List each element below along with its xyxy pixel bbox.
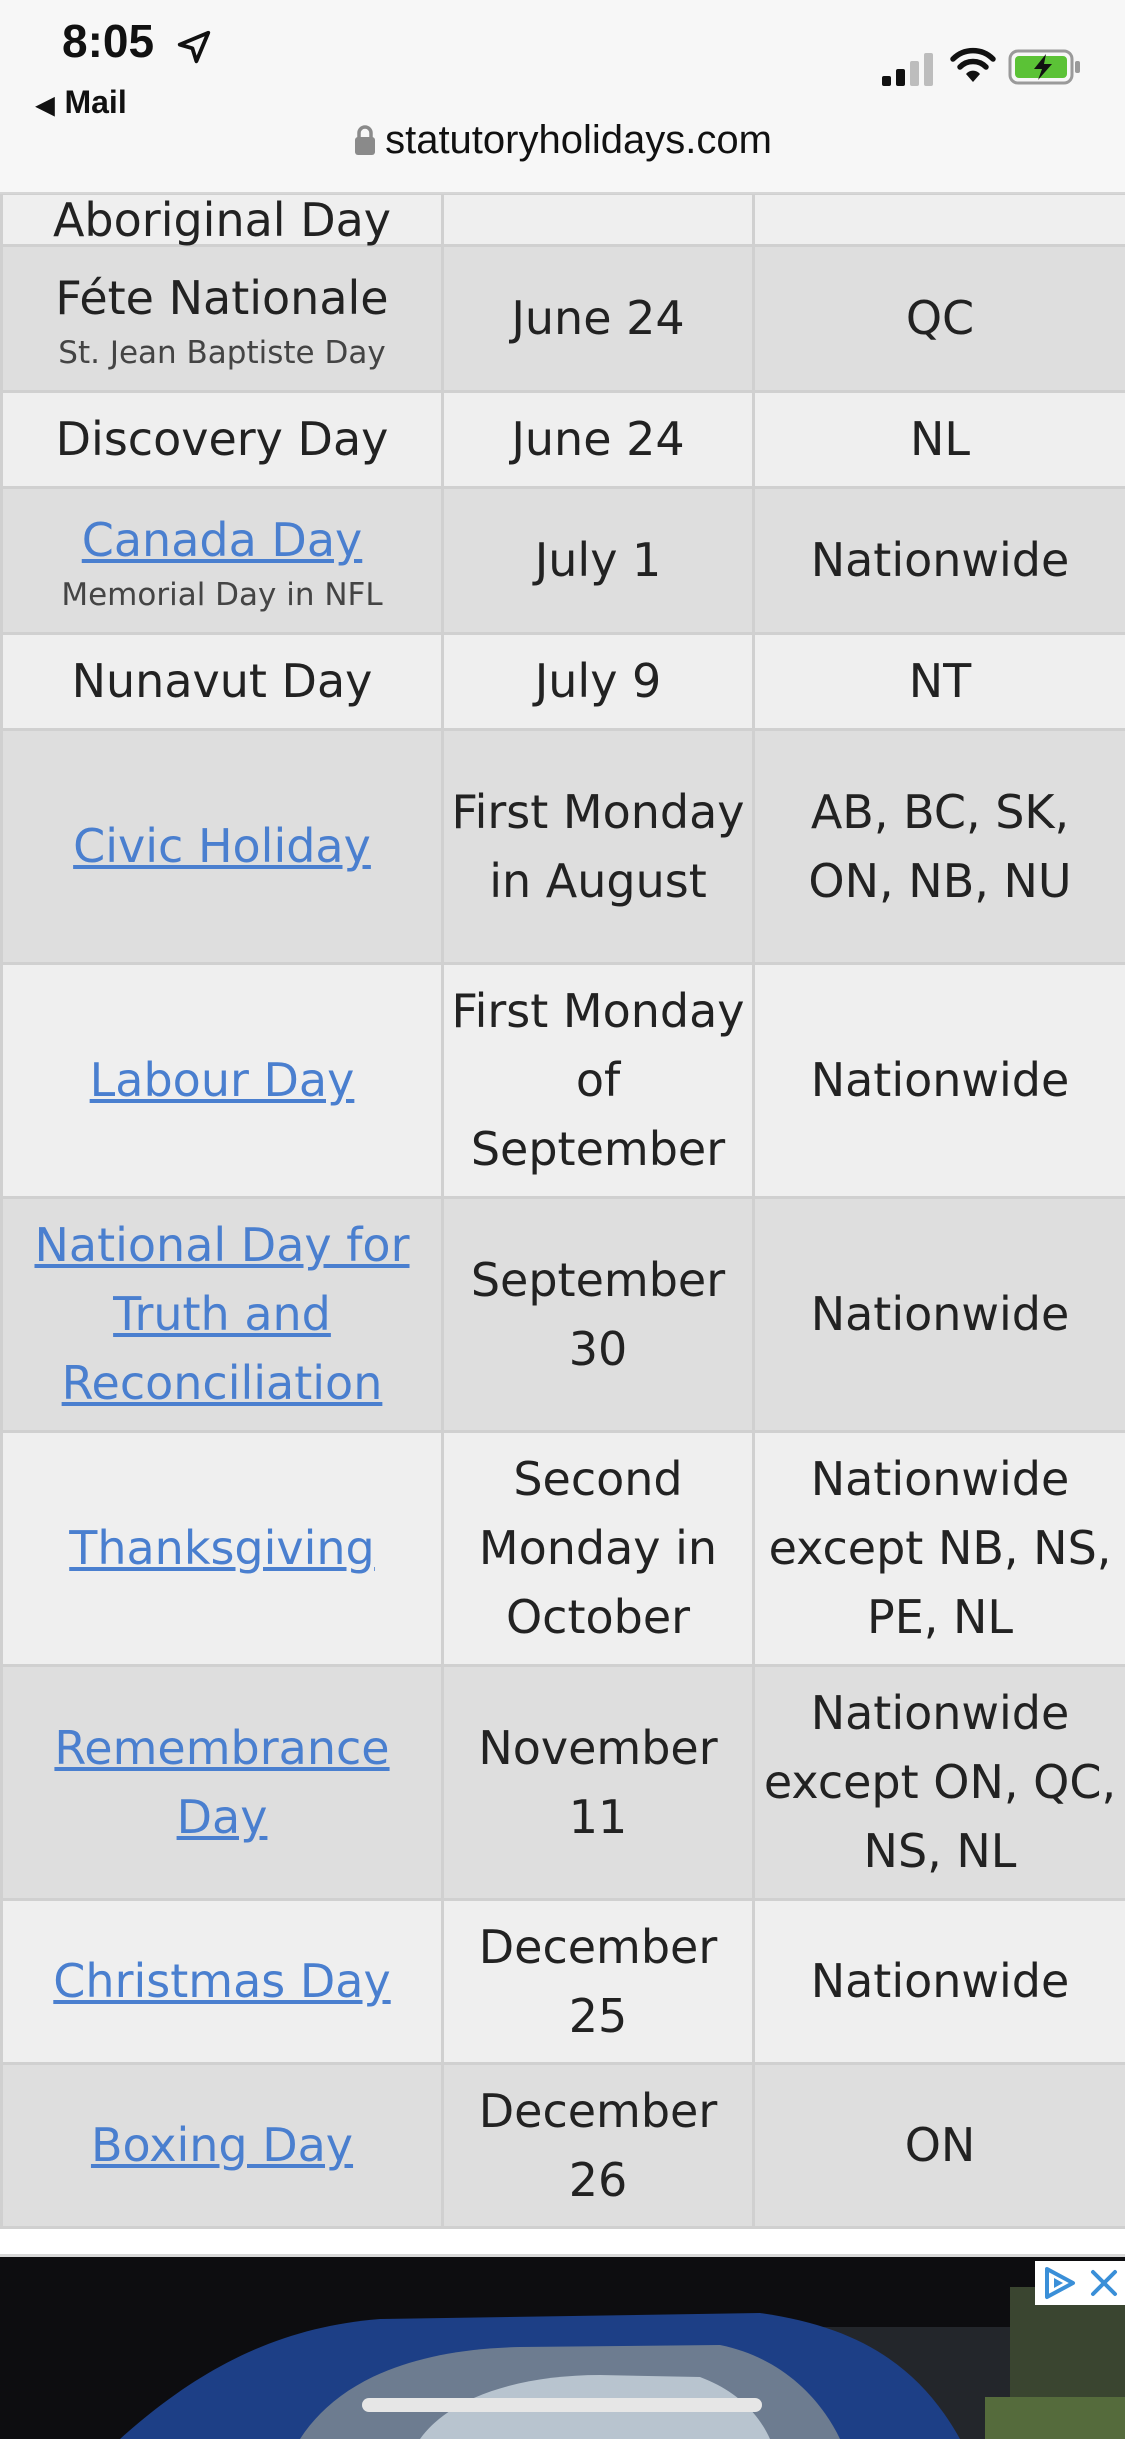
holiday-name-cell: Nunavut Day xyxy=(2,634,443,730)
holiday-name-cell: Civic Holiday xyxy=(2,730,443,964)
back-app-label: Mail xyxy=(64,84,126,120)
holiday-date-cell: December 25 xyxy=(443,1900,754,2064)
holiday-row: Thanksgiving Second Monday in OctoberNati… xyxy=(2,1432,1125,1666)
ad-close-icon[interactable] xyxy=(1088,2267,1120,2299)
holiday-date-cell xyxy=(443,194,754,246)
lock-icon xyxy=(353,124,377,156)
wifi-icon xyxy=(950,46,996,86)
holiday-row: Canada Day Memorial Day in NFLJuly 1Natio… xyxy=(2,488,1125,634)
address-bar[interactable]: statutoryholidays.com xyxy=(0,118,1125,163)
cellular-signal-icon xyxy=(880,52,936,88)
holiday-region-cell: NL xyxy=(754,392,1125,488)
holiday-name-cell: National Day for Truth and Reconciliatio… xyxy=(2,1198,443,1432)
holiday-name-cell: Boxing Day xyxy=(2,2064,443,2228)
holiday-date-cell: July 1 xyxy=(443,488,754,634)
holiday-link[interactable]: Civic Holiday xyxy=(73,819,371,873)
holiday-name: Discovery Day xyxy=(56,412,389,466)
holiday-link[interactable]: Christmas Day xyxy=(53,1954,390,2008)
holiday-region-cell: NT xyxy=(754,634,1125,730)
holiday-row: Aboriginal Day xyxy=(2,194,1125,246)
holiday-date-cell: December 26 xyxy=(443,2064,754,2228)
holiday-region-cell: Nationwide xyxy=(754,1900,1125,2064)
ad-choices-icon[interactable] xyxy=(1041,2265,1077,2301)
holiday-date-cell: November 11 xyxy=(443,1666,754,1900)
holiday-row: Féte Nationale St. Jean Baptiste DayJune … xyxy=(2,246,1125,392)
holiday-name-cell: Féte Nationale St. Jean Baptiste Day xyxy=(2,246,443,392)
holiday-name: Nunavut Day xyxy=(72,654,373,708)
holiday-name-cell: Discovery Day xyxy=(2,392,443,488)
holiday-date-cell: June 24 xyxy=(443,246,754,392)
holiday-row: Nunavut Day July 9NT xyxy=(2,634,1125,730)
holiday-region-cell: QC xyxy=(754,246,1125,392)
url-text: statutoryholidays.com xyxy=(385,118,772,162)
holiday-row: Civic Holiday First Monday in AugustAB, B… xyxy=(2,730,1125,964)
holiday-region-cell: ON xyxy=(754,2064,1125,2228)
holiday-row: National Day for Truth and Reconciliatio… xyxy=(2,1198,1125,1432)
holiday-name-cell: Labour Day xyxy=(2,964,443,1198)
holiday-subtitle: Memorial Day in NFL xyxy=(9,575,435,615)
holiday-name-cell: Thanksgiving xyxy=(2,1432,443,1666)
holiday-subtitle: St. Jean Baptiste Day xyxy=(9,333,435,373)
holiday-link[interactable]: Thanksgiving xyxy=(69,1521,375,1575)
holiday-link[interactable]: Remembrance Day xyxy=(54,1721,389,1844)
back-triangle-icon: ◀ xyxy=(36,92,54,119)
holiday-name-cell: Canada Day Memorial Day in NFL xyxy=(2,488,443,634)
holiday-region-cell: AB, BC, SK, ON, NB, NU xyxy=(754,730,1125,964)
holiday-region-cell: Nationwide xyxy=(754,964,1125,1198)
holiday-region-cell: Nationwide except ON, QC, NS, NL xyxy=(754,1666,1125,1900)
ad-choices-controls xyxy=(1035,2261,1125,2305)
holiday-name-cell: Aboriginal Day xyxy=(2,194,443,246)
holiday-region-cell: Nationwide xyxy=(754,1198,1125,1432)
status-time: 8:05 xyxy=(62,14,154,68)
holiday-region-cell: Nationwide except NB, NS, PE, NL xyxy=(754,1432,1125,1666)
holiday-row: Discovery Day June 24NL xyxy=(2,392,1125,488)
location-arrow-icon xyxy=(175,28,213,66)
holidays-table: Aboriginal Day Féte Nationale St. Jean Bap… xyxy=(0,192,1125,2229)
holiday-region-cell: Nationwide xyxy=(754,488,1125,634)
holiday-row: Christmas Day December 25Nationwide xyxy=(2,1900,1125,2064)
back-to-mail-button[interactable]: ◀ Mail xyxy=(36,84,127,121)
holiday-row: Labour Day First Monday of SeptemberNatio… xyxy=(2,964,1125,1198)
holiday-link[interactable]: Canada Day xyxy=(82,513,363,567)
holiday-row: Remembrance Day November 11Nationwide exc… xyxy=(2,1666,1125,1900)
holiday-name-cell: Remembrance Day xyxy=(2,1666,443,1900)
holiday-date-cell: Second Monday in October xyxy=(443,1432,754,1666)
holiday-name-cell: Christmas Day xyxy=(2,1900,443,2064)
holiday-row: Boxing Day December 26ON xyxy=(2,2064,1125,2228)
battery-charging-icon xyxy=(1008,48,1082,86)
holiday-name: Féte Nationale xyxy=(55,271,388,325)
home-indicator[interactable] xyxy=(362,2398,762,2412)
holiday-date-cell: June 24 xyxy=(443,392,754,488)
holiday-date-cell: First Monday in August xyxy=(443,730,754,964)
holiday-name: Aboriginal Day xyxy=(53,193,391,247)
holiday-date-cell: First Monday of September xyxy=(443,964,754,1198)
holiday-date-cell: September 30 xyxy=(443,1198,754,1432)
holiday-link[interactable]: National Day for Truth and Reconciliatio… xyxy=(34,1218,409,1410)
holiday-link[interactable]: Boxing Day xyxy=(91,2118,353,2172)
holiday-region-cell xyxy=(754,194,1125,246)
holiday-link[interactable]: Labour Day xyxy=(90,1053,355,1107)
holiday-date-cell: July 9 xyxy=(443,634,754,730)
holidays-table-wrapper: Aboriginal Day Féte Nationale St. Jean Bap… xyxy=(0,192,1125,2229)
browser-top-bar: 8:05 ◀ Mail statutoryholidays.com xyxy=(0,0,1125,194)
